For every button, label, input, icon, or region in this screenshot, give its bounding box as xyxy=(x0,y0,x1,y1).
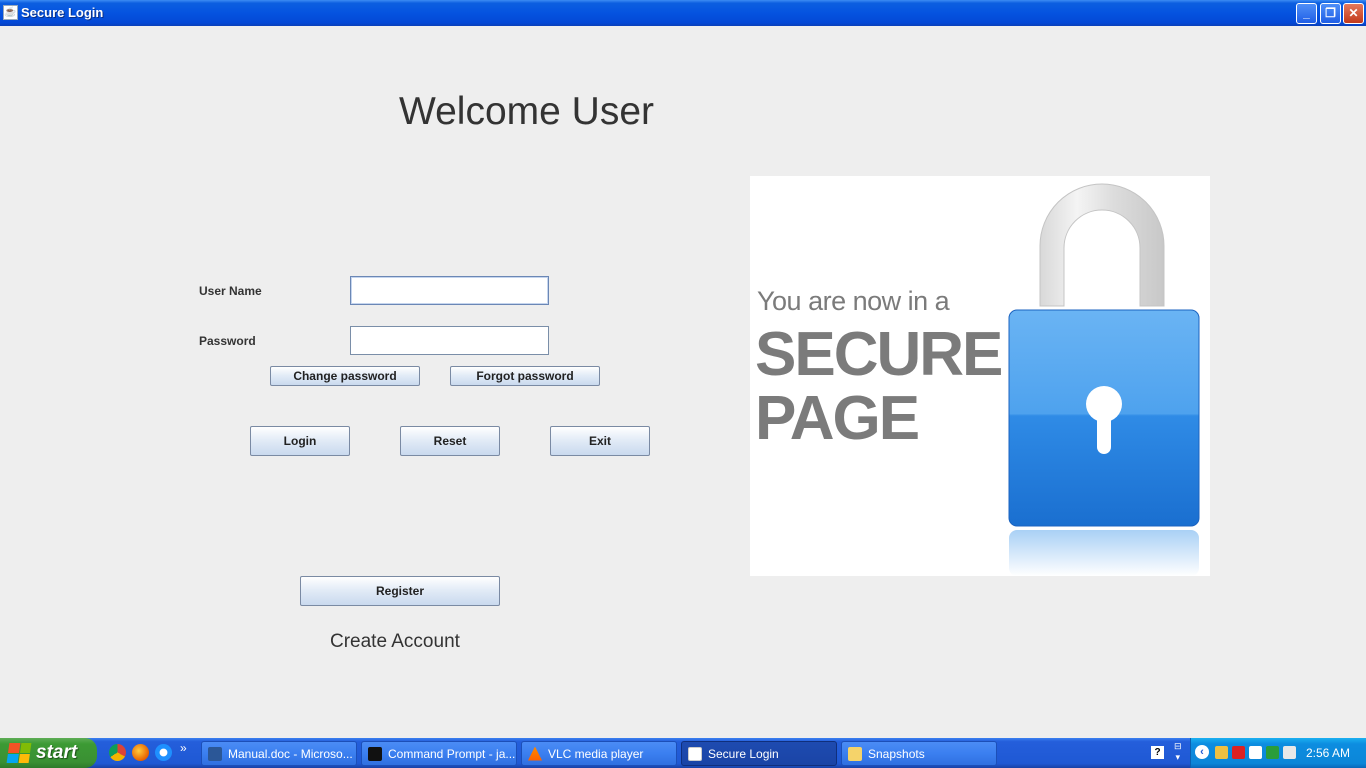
zonealarm-icon[interactable] xyxy=(1249,746,1262,759)
chrome-icon[interactable] xyxy=(109,744,126,761)
banner-line-3: PAGE xyxy=(755,384,920,453)
close-button[interactable]: ✕ xyxy=(1343,3,1364,24)
welcome-heading: Welcome User xyxy=(399,90,655,133)
antivirus-icon[interactable] xyxy=(1232,746,1245,759)
cmd-icon xyxy=(368,746,382,761)
system-tray: ‹ 2:56 AM xyxy=(1190,738,1366,768)
secure-page-banner: You are now in a SECURE PAGE xyxy=(750,176,1210,576)
drive-icon[interactable] xyxy=(1266,746,1279,759)
quick-launch-more-icon[interactable]: » xyxy=(180,741,187,755)
help-icon[interactable]: ? xyxy=(1151,746,1164,759)
banner-line-1: You are now in a xyxy=(757,286,950,316)
connection-icon[interactable] xyxy=(1283,746,1296,759)
task-snapshots[interactable]: Snapshots xyxy=(841,741,997,766)
windows-flag-icon xyxy=(6,743,32,763)
task-label: Secure Login xyxy=(708,746,779,761)
username-label: User Name xyxy=(199,284,262,298)
window-titlebar: ☕ Secure Login _ ❐ ✕ xyxy=(0,0,1366,26)
task-manual-doc[interactable]: Manual.doc - Microso... xyxy=(201,741,357,766)
word-icon xyxy=(208,746,222,761)
password-label: Password xyxy=(199,334,256,348)
padlock-icon xyxy=(1008,183,1200,576)
username-field[interactable] xyxy=(350,276,549,305)
task-label: Manual.doc - Microso... xyxy=(228,746,353,761)
window-title: Secure Login xyxy=(21,5,104,20)
task-command-prompt[interactable]: Command Prompt - ja... xyxy=(361,741,517,766)
folder-icon xyxy=(848,746,862,761)
show-hidden-icons-icon[interactable]: ‹ xyxy=(1195,745,1209,759)
banner-line-2: SECURE xyxy=(755,320,1003,389)
password-field[interactable] xyxy=(350,326,549,355)
register-button[interactable]: Register xyxy=(300,576,500,606)
java-icon xyxy=(688,746,702,761)
task-secure-login[interactable]: Secure Login xyxy=(681,741,837,766)
exit-button[interactable]: Exit xyxy=(550,426,650,456)
forgot-password-button[interactable]: Forgot password xyxy=(450,366,600,386)
task-label: Snapshots xyxy=(868,746,925,761)
language-bar-icon[interactable]: ⊟ ▾ xyxy=(1174,741,1182,763)
login-button[interactable]: Login xyxy=(250,426,350,456)
reset-button[interactable]: Reset xyxy=(400,426,500,456)
restore-button[interactable]: ❐ xyxy=(1320,3,1341,24)
taskbar: start » Manual.doc - Microso... Command … xyxy=(0,738,1366,768)
firefox-icon[interactable] xyxy=(132,744,149,761)
task-label: VLC media player xyxy=(548,746,644,761)
change-password-button[interactable]: Change password xyxy=(270,366,420,386)
create-account-text: Create Account xyxy=(330,631,460,652)
task-vlc[interactable]: VLC media player xyxy=(521,741,677,766)
start-button[interactable]: start xyxy=(0,738,97,768)
task-label: Command Prompt - ja... xyxy=(388,746,516,761)
clock: 2:56 AM xyxy=(1305,746,1350,760)
vlc-icon xyxy=(528,746,542,761)
java-app-icon[interactable]: ☕ xyxy=(3,5,18,20)
ie-icon[interactable] xyxy=(155,744,172,761)
start-label: start xyxy=(36,742,78,763)
minimize-button[interactable]: _ xyxy=(1296,3,1317,24)
network-icon[interactable] xyxy=(1215,746,1228,759)
